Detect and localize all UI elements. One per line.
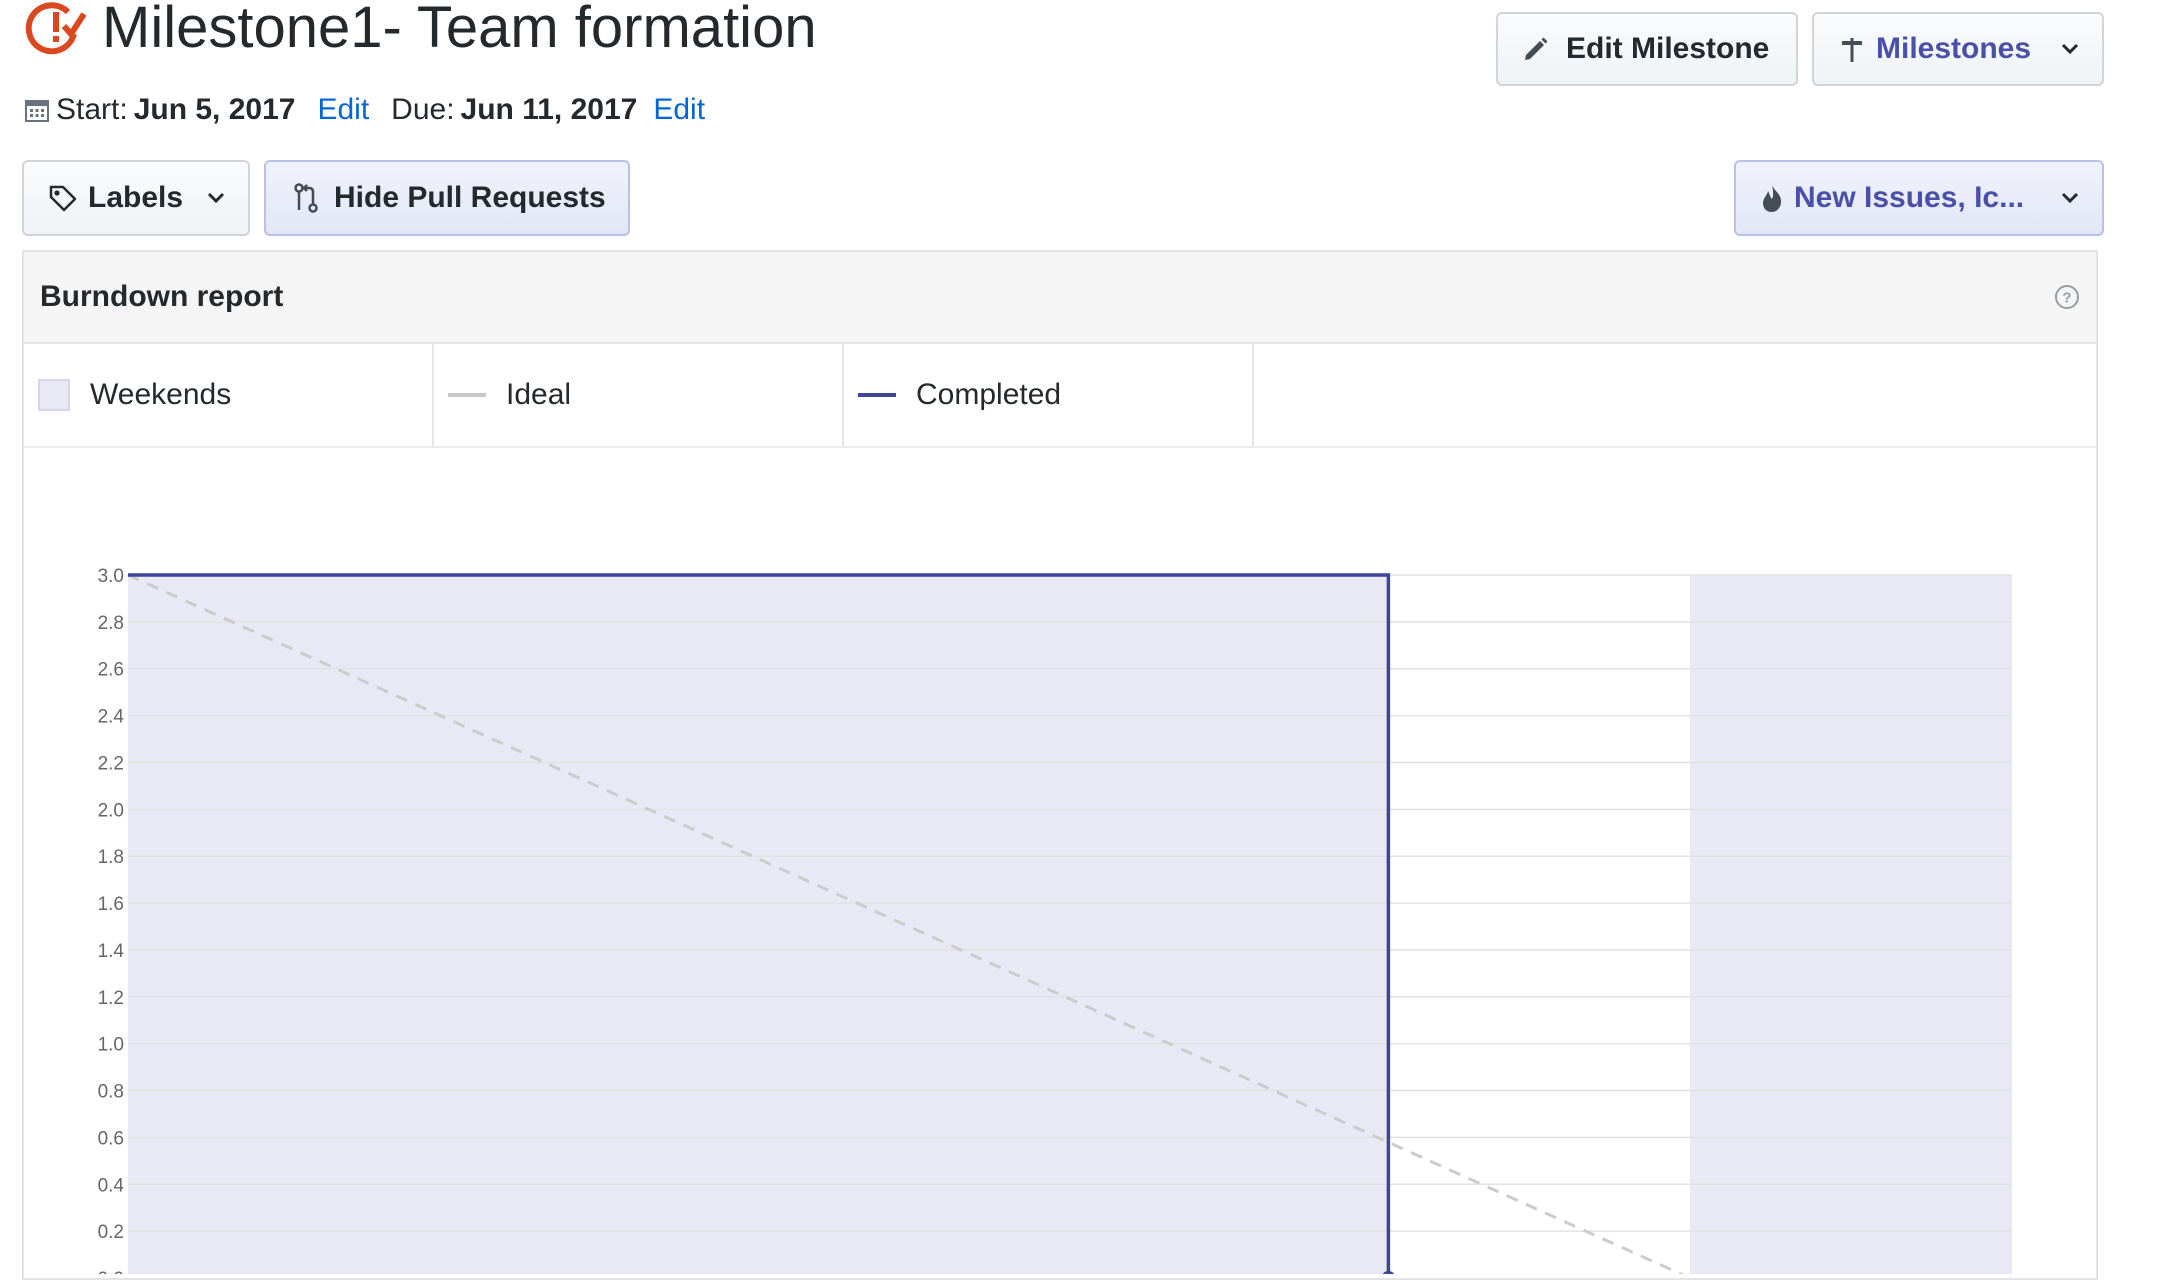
burndown-chart: 0.0 0.2 0.4 0.6 0.8 1.0 1.2 1.4 1.6 1.8 2.0 2.2 2.4 2… <box>98 566 2012 1274</box>
y-tick-label: 2.0 <box>98 800 124 821</box>
y-tick-label: 0.6 <box>98 1128 124 1149</box>
y-tick-label: 2.6 <box>98 660 124 681</box>
y-tick-label: 0.4 <box>98 1175 125 1196</box>
y-tick-label: 1.2 <box>98 988 124 1009</box>
y-tick-label: 1.8 <box>98 847 124 868</box>
y-tick-label: 1.6 <box>98 894 124 915</box>
y-tick-label: 1.0 <box>98 1035 124 1056</box>
y-tick-label: 2.2 <box>98 753 124 774</box>
y-tick-label: 0.8 <box>98 1082 124 1103</box>
y-tick-label: 3.0 <box>98 566 124 587</box>
y-tick-label: 2.8 <box>98 613 124 634</box>
y-tick-label: 0.0 <box>98 1269 124 1274</box>
y-tick-label: 1.4 <box>98 941 125 962</box>
y-tick-label: 2.4 <box>98 707 125 728</box>
y-tick-label: 0.2 <box>98 1222 124 1243</box>
weekend-band <box>128 575 1389 1274</box>
weekend-band <box>1689 575 2012 1274</box>
